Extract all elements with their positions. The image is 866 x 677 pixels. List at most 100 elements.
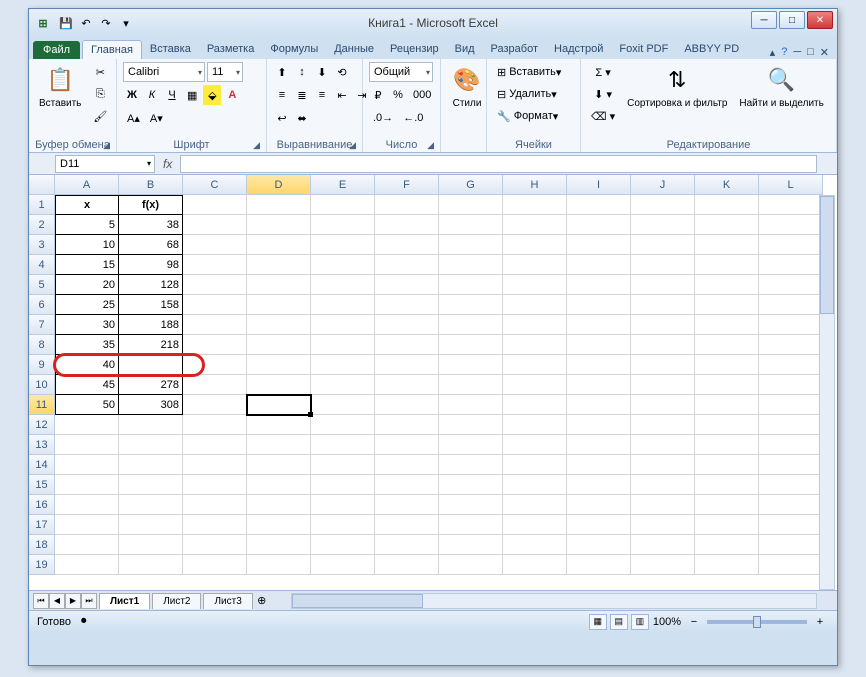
close-button[interactable]: ✕ [807, 11, 833, 29]
row-header[interactable]: 15 [29, 475, 55, 495]
cell[interactable] [695, 455, 759, 475]
cell[interactable] [439, 275, 503, 295]
cell[interactable] [183, 355, 247, 375]
cell[interactable] [375, 235, 439, 255]
cell[interactable] [567, 295, 631, 315]
cell[interactable] [631, 435, 695, 455]
cell[interactable] [759, 195, 823, 215]
cell[interactable] [567, 435, 631, 455]
cell[interactable] [567, 415, 631, 435]
cell[interactable] [375, 315, 439, 335]
cell[interactable] [631, 535, 695, 555]
row-header[interactable]: 1 [29, 195, 55, 215]
dialog-launcher-icon[interactable]: ◢ [103, 140, 110, 151]
cell[interactable] [503, 515, 567, 535]
cell[interactable] [311, 355, 375, 375]
cell[interactable] [183, 555, 247, 575]
cell[interactable] [567, 515, 631, 535]
cell[interactable] [439, 295, 503, 315]
row-header[interactable]: 16 [29, 495, 55, 515]
indent-decrease-icon[interactable]: ⇤ [333, 85, 351, 105]
cell[interactable] [567, 315, 631, 335]
align-middle-icon[interactable]: ↕ [293, 62, 311, 82]
cell[interactable] [631, 335, 695, 355]
cell[interactable]: 10 [55, 235, 119, 255]
cell[interactable] [503, 395, 567, 415]
dialog-launcher-icon[interactable]: ◢ [427, 140, 434, 151]
ribbon-tab-формулы[interactable]: Формулы [262, 40, 326, 59]
font-size-combo[interactable]: 11 [207, 62, 243, 82]
cell[interactable] [759, 395, 823, 415]
dialog-launcher-icon[interactable]: ◢ [253, 140, 260, 151]
comma-icon[interactable]: 000 [409, 85, 435, 105]
cell[interactable]: 308 [119, 395, 183, 415]
cell[interactable] [759, 275, 823, 295]
cell[interactable]: 50 [55, 395, 119, 415]
column-header[interactable]: I [567, 175, 631, 195]
cell[interactable] [311, 215, 375, 235]
cell[interactable] [631, 315, 695, 335]
percent-icon[interactable]: % [389, 85, 407, 105]
cell[interactable]: 15 [55, 255, 119, 275]
cell[interactable] [311, 235, 375, 255]
column-header[interactable]: E [311, 175, 375, 195]
zoom-in-icon[interactable]: + [811, 612, 829, 632]
cell[interactable] [375, 255, 439, 275]
normal-view-icon[interactable]: ▦ [589, 614, 607, 630]
cell[interactable] [311, 415, 375, 435]
row-header[interactable]: 8 [29, 335, 55, 355]
cell[interactable] [55, 515, 119, 535]
cell[interactable] [695, 295, 759, 315]
cell[interactable] [119, 435, 183, 455]
cell[interactable] [503, 315, 567, 335]
page-layout-view-icon[interactable]: ▤ [610, 614, 628, 630]
cell[interactable] [439, 235, 503, 255]
cell[interactable] [247, 475, 311, 495]
row-header[interactable]: 10 [29, 375, 55, 395]
redo-icon[interactable]: ↷ [97, 14, 115, 32]
cell[interactable] [311, 495, 375, 515]
cell[interactable] [119, 415, 183, 435]
find-select-button[interactable]: 🔍 Найти и выделить [735, 62, 827, 111]
cell[interactable] [311, 535, 375, 555]
align-right-icon[interactable]: ≡ [313, 85, 331, 105]
cell[interactable] [631, 475, 695, 495]
ribbon-tab-abbyy pd[interactable]: ABBYY PD [676, 40, 747, 59]
ribbon-tab-разметка[interactable]: Разметка [199, 40, 263, 59]
cell[interactable] [247, 275, 311, 295]
cell[interactable]: 20 [55, 275, 119, 295]
align-left-icon[interactable]: ≡ [273, 85, 291, 105]
currency-icon[interactable]: ₽ [369, 85, 387, 105]
doc-close-icon[interactable]: ✕ [820, 46, 829, 59]
sheet-nav-prev-icon[interactable]: ◀ [49, 593, 65, 609]
merge-cells-icon[interactable]: ⬌ [293, 108, 311, 128]
cell[interactable] [503, 435, 567, 455]
cell[interactable] [631, 455, 695, 475]
help-icon[interactable]: ? [781, 46, 787, 59]
row-header[interactable]: 4 [29, 255, 55, 275]
cell[interactable] [183, 395, 247, 415]
cell[interactable]: 25 [55, 295, 119, 315]
cell[interactable] [631, 275, 695, 295]
column-header[interactable]: F [375, 175, 439, 195]
row-header[interactable]: 18 [29, 535, 55, 555]
clear-icon[interactable]: ⌫ ▾ [587, 106, 619, 126]
cell[interactable] [503, 375, 567, 395]
cell[interactable]: 45 [55, 375, 119, 395]
cell[interactable] [695, 475, 759, 495]
scrollbar-thumb[interactable] [820, 196, 834, 314]
save-icon[interactable]: 💾 [57, 14, 75, 32]
cell[interactable] [759, 215, 823, 235]
cell[interactable] [375, 515, 439, 535]
cell[interactable] [119, 515, 183, 535]
cell[interactable] [695, 375, 759, 395]
cell[interactable] [311, 555, 375, 575]
cell[interactable] [247, 515, 311, 535]
cut-icon[interactable]: ✂ [89, 62, 111, 82]
cell[interactable] [439, 495, 503, 515]
cell[interactable] [183, 335, 247, 355]
cell[interactable] [695, 215, 759, 235]
cell[interactable] [759, 475, 823, 495]
fill-color-button[interactable]: ⬙ [203, 85, 221, 105]
cell[interactable] [375, 375, 439, 395]
